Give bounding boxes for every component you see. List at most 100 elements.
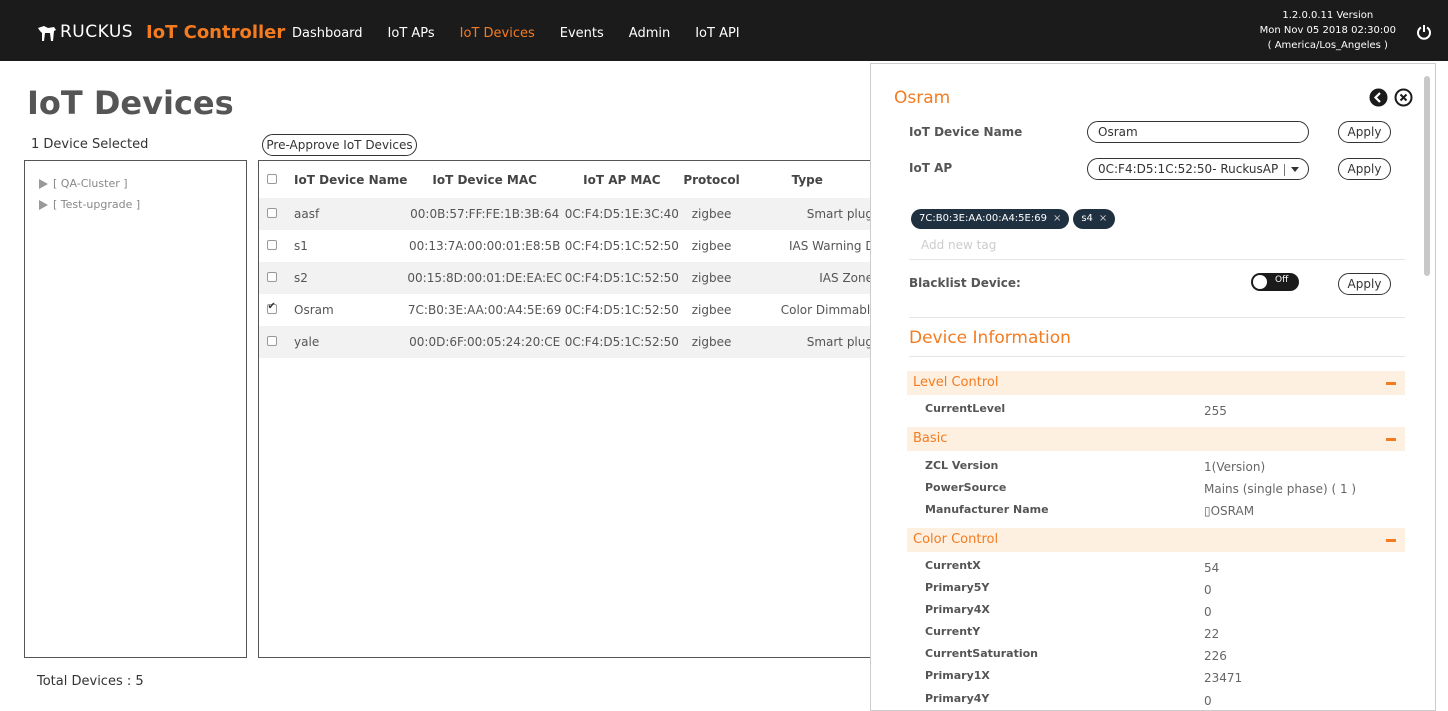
attr-value: 23471 — [1204, 671, 1243, 685]
tag-label: 7C:B0:3E:AA:00:A4:5E:69 — [919, 213, 1047, 224]
header-ap-mac[interactable]: IoT AP MAC — [562, 161, 682, 198]
group-basic[interactable]: Basic — [907, 427, 1405, 451]
chevron-down-icon — [1291, 167, 1300, 172]
row-checkbox[interactable] — [266, 240, 277, 250]
add-tag-input[interactable]: Add new tag — [921, 238, 996, 252]
toggle-state: Off — [1275, 275, 1289, 285]
header-device-name[interactable]: IoT Device Name — [284, 161, 407, 198]
attr-label: Primary4X — [925, 603, 990, 616]
attr-value: 1(Version) — [1204, 460, 1266, 474]
cell-device-name: s2 — [294, 271, 308, 285]
apply-ap-button[interactable]: Apply — [1338, 158, 1391, 180]
cell-type: Smart plug — [806, 207, 872, 221]
cell-ap-mac: 0C:F4:D5:1C:52:50 — [564, 271, 679, 285]
attr-value: 22 — [1204, 627, 1220, 641]
dog-logo-icon — [38, 26, 56, 41]
tree-item-test-upgrade[interactable]: [ Test-upgrade ] — [39, 194, 246, 215]
remove-tag-icon[interactable]: × — [1099, 213, 1107, 224]
collapse-icon[interactable] — [1386, 382, 1396, 385]
cell-device-name: Osram — [294, 303, 334, 317]
pre-approve-button[interactable]: Pre-Approve IoT Devices — [262, 134, 417, 156]
row-checkbox[interactable] — [266, 272, 277, 282]
group-color-control[interactable]: Color Control — [907, 528, 1405, 552]
top-navbar: RUCKUS IoT Controller Dashboard IoT APs … — [0, 0, 1448, 61]
group-title: Color Control — [913, 532, 999, 547]
cell-type: IAS Warning Devic — [789, 239, 872, 253]
nav-iot-api[interactable]: IoT API — [695, 26, 739, 41]
cell-ap-mac: 0C:F4:D5:1E:3C:40 — [564, 207, 679, 221]
tree-item-label: [ QA-Cluster ] — [53, 177, 128, 190]
power-icon[interactable] — [1416, 24, 1432, 40]
divider — [909, 356, 1405, 357]
cell-device-mac: 7C:B0:3E:AA:00:A4:5E:69 — [407, 303, 562, 317]
attr-value: 0 — [1204, 583, 1212, 597]
iot-ap-selected-value: 0C:F4:D5:1C:52:50- RuckusAP — [1098, 162, 1279, 176]
tag-list: 7C:B0:3E:AA:00:A4:5E:69 × s4 × — [911, 209, 1119, 229]
cell-device-mac: 00:13:7A:00:00:01:E8:5B — [409, 239, 561, 253]
device-information-title: Device Information — [909, 328, 1071, 348]
selection-count: 1 Device Selected — [31, 137, 149, 152]
cell-ap-mac: 0C:F4:D5:1C:52:50 — [564, 239, 679, 253]
iot-ap-select[interactable]: 0C:F4:D5:1C:52:50- RuckusAP — [1087, 158, 1309, 180]
attr-label: CurrentX — [925, 559, 981, 572]
devices-table-container: IoT Device Name IoT Device MAC IoT AP MA… — [258, 160, 872, 658]
ruckus-logo[interactable]: RUCKUS — [36, 22, 133, 42]
cell-ap-mac: 0C:F4:D5:1C:52:50 — [564, 335, 679, 349]
table-row[interactable]: Osram 7C:B0:3E:AA:00:A4:5E:69 0C:F4:D5:1… — [259, 294, 872, 326]
remove-tag-icon[interactable]: × — [1053, 213, 1061, 224]
cell-type: Color Dimmable Lig — [780, 303, 872, 317]
cell-protocol: zigbee — [691, 239, 732, 253]
total-devices: Total Devices : 5 — [37, 674, 144, 689]
nav-admin[interactable]: Admin — [629, 26, 670, 41]
tag-chip: 7C:B0:3E:AA:00:A4:5E:69 × — [911, 209, 1070, 229]
cell-device-name: yale — [294, 335, 320, 349]
nav-iot-aps[interactable]: IoT APs — [388, 26, 435, 41]
attr-value: Mains (single phase) ( 1 ) — [1204, 482, 1357, 496]
group-level-control[interactable]: Level Control — [907, 371, 1405, 395]
apply-name-button[interactable]: Apply — [1338, 121, 1391, 143]
close-icon[interactable] — [1394, 88, 1413, 107]
cell-device-name: aasf — [294, 207, 320, 221]
attr-label: Primary4Y — [925, 692, 990, 705]
expand-arrow-icon[interactable] — [39, 199, 48, 210]
device-detail-panel: Osram IoT Device Name Osram Apply IoT AP… — [870, 63, 1436, 711]
cell-ap-mac: 0C:F4:D5:1C:52:50 — [564, 303, 679, 317]
version-info: 1.2.0.0.11 Version Mon Nov 05 2018 02:30… — [1260, 8, 1396, 53]
cell-device-mac: 00:0B:57:FF:FE:1B:3B:64 — [410, 207, 560, 221]
apply-blacklist-button[interactable]: Apply — [1338, 273, 1391, 295]
device-name-input[interactable]: Osram — [1087, 121, 1309, 143]
header-device-mac[interactable]: IoT Device MAC — [407, 161, 562, 198]
attr-label: CurrentY — [925, 625, 981, 638]
cell-protocol: zigbee — [691, 271, 732, 285]
collapse-icon[interactable] — [1386, 539, 1396, 542]
table-row[interactable]: s1 00:13:7A:00:00:01:E8:5B 0C:F4:D5:1C:5… — [259, 230, 872, 262]
expand-arrow-icon[interactable] — [39, 178, 48, 189]
attr-value: 54 — [1204, 561, 1220, 575]
select-all-checkbox[interactable] — [266, 173, 277, 184]
group-title: Level Control — [913, 375, 999, 390]
table-row[interactable]: aasf 00:0B:57:FF:FE:1B:3B:64 0C:F4:D5:1E… — [259, 198, 872, 230]
panel-scrollbar[interactable] — [1424, 76, 1430, 276]
header-protocol[interactable]: Protocol — [682, 161, 742, 198]
tag-label: s4 — [1081, 213, 1093, 224]
table-row[interactable]: s2 00:15:8D:00:01:DE:EA:EC 0C:F4:D5:1C:5… — [259, 262, 872, 294]
table-header-row: IoT Device Name IoT Device MAC IoT AP MA… — [259, 161, 872, 198]
cell-device-name: s1 — [294, 239, 308, 253]
nav-iot-devices[interactable]: IoT Devices — [460, 26, 535, 41]
row-checkbox[interactable] — [266, 208, 277, 218]
tree-item-qa-cluster[interactable]: [ QA-Cluster ] — [39, 173, 246, 194]
row-checkbox-checked[interactable] — [266, 301, 277, 314]
attr-value: 0 — [1204, 605, 1212, 619]
back-icon[interactable] — [1369, 88, 1388, 107]
iot-ap-label: IoT AP — [909, 161, 953, 175]
collapse-icon[interactable] — [1386, 438, 1396, 441]
nav-dashboard[interactable]: Dashboard — [292, 26, 363, 41]
cluster-tree: [ QA-Cluster ] [ Test-upgrade ] — [24, 160, 247, 658]
nav-events[interactable]: Events — [560, 26, 604, 41]
row-checkbox[interactable] — [266, 336, 277, 346]
table-row[interactable]: yale 00:0D:6F:00:05:24:20:CE 0C:F4:D5:1C… — [259, 326, 872, 358]
product-name: IoT Controller — [146, 22, 286, 43]
header-type[interactable]: Type — [741, 161, 872, 198]
blacklist-toggle[interactable]: Off — [1251, 273, 1299, 291]
cell-protocol: zigbee — [691, 335, 732, 349]
